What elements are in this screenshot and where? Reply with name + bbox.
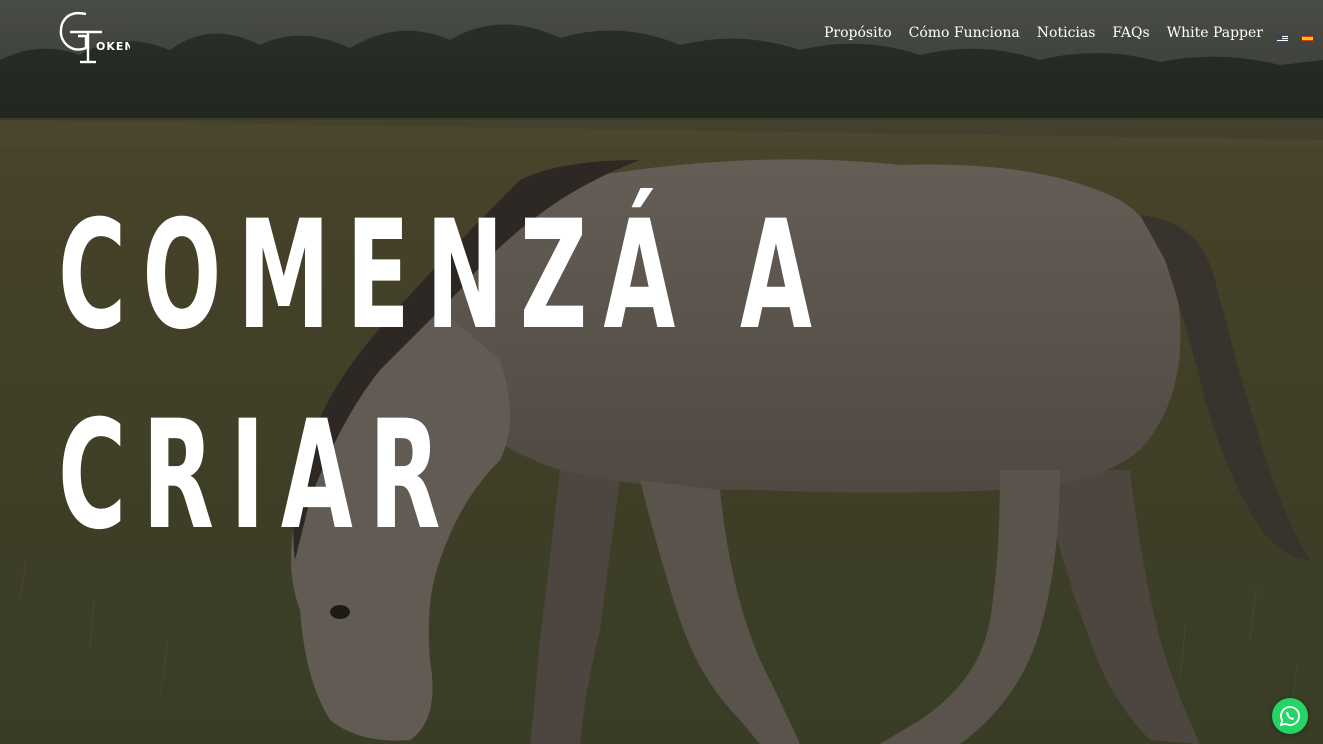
main-nav: Propósito Cómo Funciona Noticias FAQs Wh… [807,22,1313,44]
whatsapp-icon [1279,706,1300,727]
gt-monogram-logo-icon: OKEN [59,11,130,64]
svg-text:OKEN: OKEN [96,40,130,53]
us-flag-icon[interactable] [1277,30,1288,42]
whatsapp-button[interactable] [1272,698,1308,734]
nav-item-proposito[interactable]: Propósito [824,22,892,44]
site-header: OKEN Propósito Cómo Funciona Noticias FA… [0,0,1323,70]
hero-headline-line-2: CRIAR [58,389,457,563]
nav-item-faqs[interactable]: FAQs [1112,22,1149,44]
nav-item-como-funciona[interactable]: Cómo Funciona [909,22,1020,44]
es-flag-icon[interactable] [1302,30,1313,42]
site-logo[interactable]: OKEN [58,8,130,64]
nav-item-white-papper[interactable]: White Papper [1167,22,1263,44]
hero-section: OKEN Propósito Cómo Funciona Noticias FA… [0,0,1323,744]
hero-headline-line-1: COMENZÁ A [58,189,829,363]
nav-item-noticias[interactable]: Noticias [1037,22,1096,44]
hero-headline: COMENZÁ A CRIAR [58,176,828,576]
